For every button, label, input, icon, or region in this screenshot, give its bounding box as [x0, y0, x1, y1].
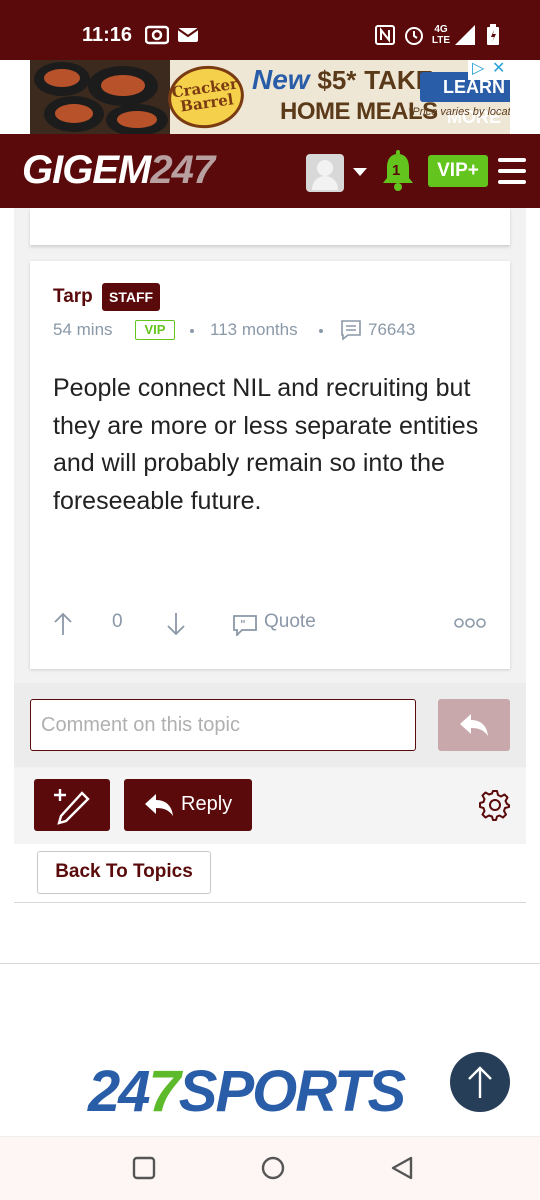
- ad-banner[interactable]: Cracker Barrel New $5* TAKE HOME MEALS L…: [0, 60, 540, 134]
- home-icon[interactable]: [260, 1155, 286, 1181]
- mail-icon: [177, 28, 199, 42]
- svg-text:": ": [240, 618, 246, 631]
- reply-button[interactable]: Reply: [124, 779, 252, 831]
- recents-icon[interactable]: [131, 1155, 157, 1181]
- site-logo[interactable]: GIGEM247: [22, 148, 215, 193]
- posts-count-icon: [341, 320, 361, 341]
- member-tenure: 113 months: [210, 320, 298, 339]
- camera-icon: [145, 25, 169, 45]
- staff-badge: STAFF: [102, 283, 161, 311]
- ad-close-icon[interactable]: ✕: [492, 60, 505, 78]
- status-bar: 11:16 4G LTE: [0, 0, 540, 60]
- reply-arrow-icon: [460, 714, 488, 736]
- vote-count: 0: [112, 611, 123, 632]
- settings-gear-icon[interactable]: [479, 789, 511, 821]
- network-type: 4G LTE: [431, 24, 451, 46]
- ad-brand-logo: Cracker Barrel: [164, 61, 248, 133]
- ad-choices-icon[interactable]: ▷: [472, 60, 484, 78]
- reply-icon: [145, 794, 173, 816]
- divider: [14, 902, 526, 903]
- quote-label: Quote: [264, 611, 316, 632]
- ad-fine-print: *Price varies by location.: [408, 106, 510, 118]
- send-comment-button[interactable]: [438, 699, 510, 751]
- post-count: 76643: [368, 320, 416, 339]
- arrow-up-icon: [468, 1066, 492, 1098]
- user-avatar[interactable]: [306, 154, 344, 192]
- new-topic-button[interactable]: [34, 779, 110, 831]
- post-card: Tarp STAFF 54 mins VIP 113 months 76643 …: [30, 261, 510, 669]
- meta-separator: [190, 329, 194, 333]
- new-post-pencil-icon: [54, 789, 90, 825]
- comment-input[interactable]: [30, 699, 416, 751]
- quote-button[interactable]: " Quote: [232, 611, 332, 637]
- battery-icon: [487, 24, 499, 45]
- post-author[interactable]: Tarp: [53, 286, 93, 308]
- sports-footer-logo[interactable]: 247SPORTS: [88, 1058, 406, 1125]
- meta-separator: [319, 329, 323, 333]
- ad-headline: New $5* TAKE: [252, 64, 434, 95]
- back-icon[interactable]: [389, 1155, 415, 1181]
- downvote-icon[interactable]: [165, 611, 187, 637]
- signal-icon: [455, 25, 475, 45]
- back-to-topics-button[interactable]: Back To Topics: [37, 851, 211, 894]
- quote-icon: ": [233, 615, 257, 636]
- status-time: 11:16: [82, 24, 133, 46]
- notification-count: 1: [392, 162, 401, 179]
- chevron-down-icon[interactable]: [353, 168, 367, 176]
- post-body: People connect NIL and recruiting but th…: [53, 374, 479, 515]
- divider: [0, 963, 540, 964]
- vip-badge: VIP: [135, 320, 175, 340]
- ad-food-image: [30, 60, 170, 134]
- alarm-icon: [405, 27, 423, 45]
- vip-plus-button[interactable]: VIP+: [428, 155, 488, 187]
- previous-post-card: [30, 208, 510, 245]
- ad-creative[interactable]: Cracker Barrel New $5* TAKE HOME MEALS L…: [30, 60, 510, 134]
- nfc-icon: [375, 25, 395, 45]
- ad-choices[interactable]: ▷ ✕: [468, 60, 510, 80]
- post-time: 54 mins: [53, 320, 113, 339]
- scroll-to-top-button[interactable]: [450, 1052, 510, 1112]
- upvote-icon[interactable]: [52, 611, 74, 637]
- hamburger-menu-icon[interactable]: [498, 158, 526, 184]
- reply-label: Reply: [181, 793, 233, 815]
- more-options-icon[interactable]: [454, 617, 486, 629]
